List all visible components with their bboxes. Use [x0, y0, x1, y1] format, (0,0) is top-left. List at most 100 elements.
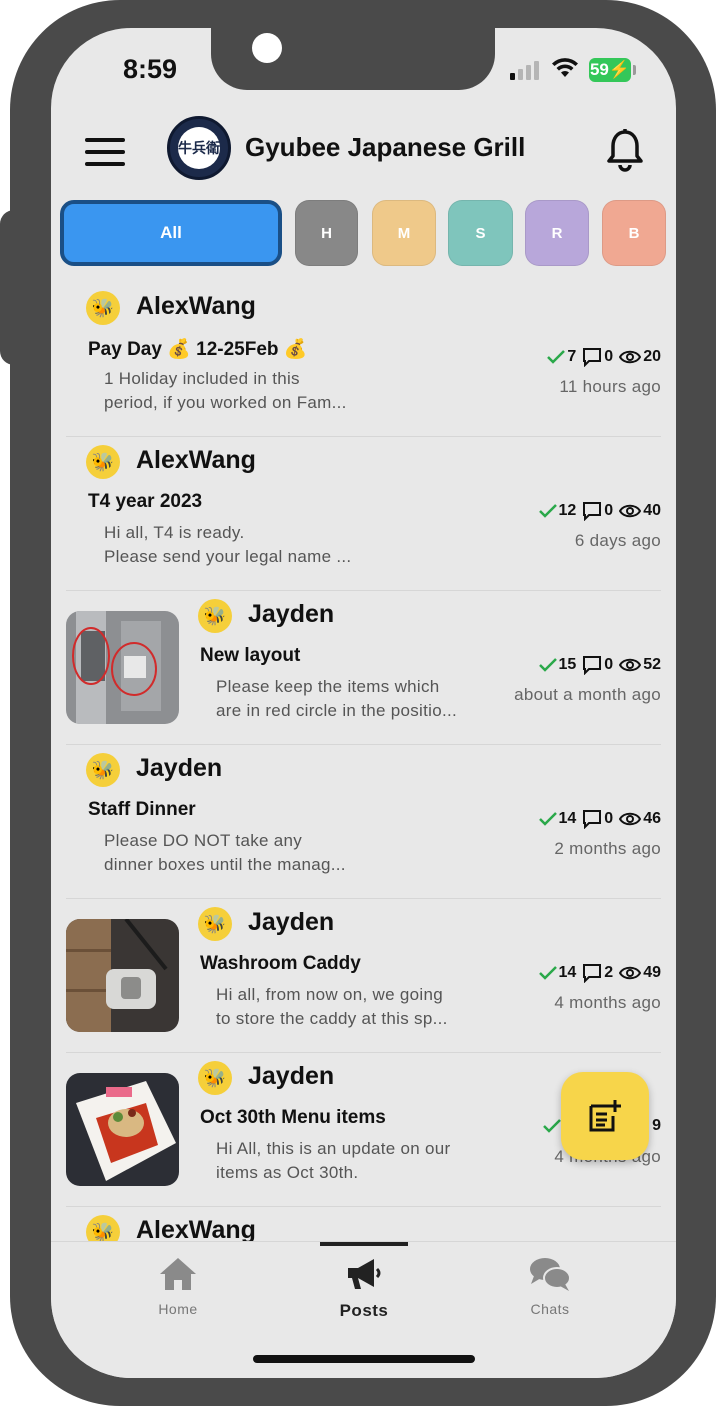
post-title: T4 year 2023	[88, 491, 203, 512]
post-author: AlexWang	[136, 446, 256, 474]
post-item[interactable]: 🐝 Jayden Staff Dinner Please DO NOT take…	[66, 745, 661, 899]
comment-icon	[582, 501, 602, 521]
view-count: 49	[643, 964, 661, 981]
post-time: 6 days ago	[574, 531, 661, 550]
nav-chats[interactable]: Chats	[490, 1256, 610, 1317]
post-item[interactable]: 🐝 AlexWang Pay Day 💰 12-25Feb 💰 1 Holida…	[66, 283, 661, 437]
post-item[interactable]: 🐝 AlexWang	[66, 1207, 661, 1241]
view-count: 9	[652, 1117, 661, 1134]
filter-chip-b[interactable]: B	[602, 200, 666, 266]
post-title: Pay Day 💰 12-25Feb 💰	[88, 339, 308, 360]
filter-chip-all[interactable]: All	[60, 200, 282, 266]
bee-avatar-icon: 🐝	[86, 1215, 120, 1241]
post-preview: Please keep the items which are in red ci…	[216, 677, 458, 720]
camera-dot	[252, 33, 282, 63]
post-title: Staff Dinner	[88, 799, 196, 820]
bee-avatar-icon: 🐝	[86, 753, 120, 787]
comment-count: 0	[604, 656, 614, 673]
post-preview: 1 Holiday included in this period, if you…	[104, 369, 347, 412]
restaurant-logo: 牛兵衛	[167, 116, 231, 180]
post-title: New layout	[200, 645, 301, 666]
app-screen: 8:59 59⚡ 牛兵衛 Gyubee Japanese Grill All H…	[51, 28, 676, 1378]
check-count: 7	[567, 348, 577, 365]
check-count: 15	[558, 656, 577, 673]
post-preview: Please DO NOT take any dinner boxes until…	[104, 831, 346, 874]
hamburger-menu-icon[interactable]	[85, 138, 125, 168]
filter-chip-r[interactable]: R	[525, 200, 589, 266]
eye-icon	[619, 349, 642, 365]
check-icon	[538, 504, 557, 518]
view-count: 20	[643, 348, 661, 365]
battery-cap	[633, 65, 636, 75]
comment-count: 0	[604, 348, 614, 365]
eye-icon	[619, 811, 642, 827]
post-title: Washroom Caddy	[200, 953, 361, 974]
comment-icon	[582, 809, 602, 829]
bell-icon[interactable]	[605, 128, 645, 172]
post-stats: 14 2 49	[533, 963, 661, 983]
post-stats: 15 0 52	[533, 655, 661, 675]
check-icon	[538, 966, 557, 980]
nav-chats-label: Chats	[530, 1301, 570, 1317]
post-thumbnail	[66, 611, 179, 724]
bee-avatar-icon: 🐝	[86, 291, 120, 325]
comment-icon	[582, 347, 602, 367]
view-count: 46	[643, 810, 661, 827]
post-thumbnail	[66, 1073, 179, 1186]
signal-icon	[510, 60, 542, 80]
post-stats: 7 0 20	[541, 347, 661, 367]
post-preview: Hi all, T4 is ready. Please send your leg…	[104, 523, 352, 566]
post-thumbnail	[66, 919, 179, 1032]
check-count: 14	[558, 964, 577, 981]
nav-home-label: Home	[158, 1301, 198, 1317]
post-author: AlexWang	[136, 1216, 256, 1241]
battery-indicator: 59⚡	[589, 58, 631, 82]
post-item[interactable]: 🐝 AlexWang T4 year 2023 Hi all, T4 is re…	[66, 437, 661, 591]
camera-notch	[211, 28, 495, 90]
post-time: 2 months ago	[554, 839, 661, 858]
view-count: 40	[643, 502, 661, 519]
bee-avatar-icon: 🐝	[86, 445, 120, 479]
post-preview: Hi all, from now on, we going to store th…	[216, 985, 448, 1028]
eye-icon	[619, 503, 642, 519]
comment-count: 0	[604, 502, 614, 519]
new-post-icon	[589, 1100, 621, 1132]
home-indicator[interactable]	[253, 1355, 475, 1363]
post-author: Jayden	[248, 1062, 335, 1090]
megaphone-icon	[348, 1259, 381, 1289]
check-icon	[547, 350, 566, 364]
eye-icon	[619, 965, 642, 981]
new-post-button[interactable]	[561, 1072, 649, 1160]
post-item[interactable]: 🐝 Jayden New layout Please keep the item…	[66, 591, 661, 745]
comment-count: 2	[604, 964, 614, 981]
check-icon	[538, 812, 557, 826]
comment-count: 0	[604, 810, 614, 827]
chat-bubbles-icon	[530, 1258, 571, 1291]
post-time: 4 months ago	[554, 993, 661, 1012]
post-stats: 14 0 46	[533, 809, 661, 829]
post-title: Oct 30th Menu items	[200, 1107, 386, 1128]
filter-chip-s[interactable]: S	[448, 200, 513, 266]
filter-chip-h[interactable]: H	[295, 200, 358, 266]
post-stats: 12 0 40	[533, 501, 661, 521]
post-time: 11 hours ago	[559, 377, 661, 396]
status-time: 8:59	[123, 54, 178, 84]
post-preview: Hi All, this is an update on our items as…	[216, 1139, 451, 1182]
eye-icon	[619, 657, 642, 673]
check-icon	[543, 1119, 562, 1133]
comment-icon	[582, 963, 602, 983]
post-author: AlexWang	[136, 292, 256, 320]
post-item[interactable]: 🐝 Jayden Washroom Caddy Hi all, from now…	[66, 899, 661, 1053]
nav-home[interactable]: Home	[118, 1256, 238, 1317]
bee-avatar-icon: 🐝	[198, 599, 232, 633]
check-count: 14	[558, 810, 577, 827]
filter-chip-m[interactable]: M	[372, 200, 436, 266]
bee-avatar-icon: 🐝	[198, 907, 232, 941]
post-author: Jayden	[136, 754, 223, 782]
wifi-icon	[552, 58, 578, 77]
active-tab-indicator	[320, 1242, 408, 1246]
post-author: Jayden	[248, 908, 335, 936]
nav-posts[interactable]: Posts	[304, 1256, 424, 1321]
nav-posts-label: Posts	[339, 1301, 389, 1320]
check-count: 12	[558, 502, 577, 519]
